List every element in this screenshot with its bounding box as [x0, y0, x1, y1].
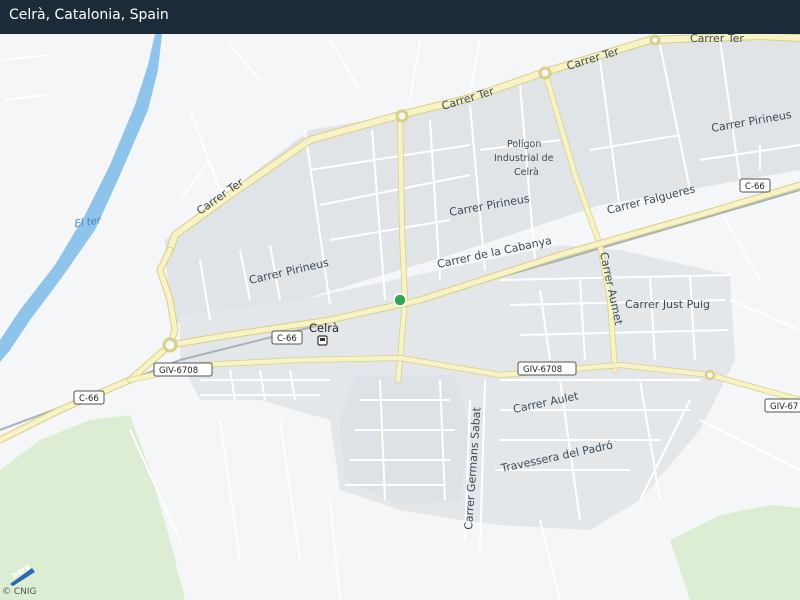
road-shield-giv6708-center: GIV-6708 [517, 361, 577, 376]
roundabout-north [395, 109, 409, 123]
roundabout-east [649, 34, 661, 46]
copyright-text: © CNIG [2, 587, 37, 597]
header-bar: Celrà, Catalonia, Spain [0, 0, 800, 34]
here-logo-icon: here [10, 564, 35, 586]
road-shield-giv6708-west: GIV-6708 [153, 362, 213, 377]
svg-text:GIV-67: GIV-67 [770, 402, 798, 412]
roundabout-west [162, 337, 178, 353]
road-shield-giv67-east: GIV-67 [764, 398, 800, 413]
train-station-icon-window [320, 338, 325, 341]
svg-text:GIV-6708: GIV-6708 [523, 365, 562, 375]
svg-text:C-66: C-66 [745, 182, 765, 192]
svg-text:C-66: C-66 [79, 394, 99, 404]
district-label-industrial-2: Industrial de [494, 153, 554, 164]
location-pin-icon[interactable] [393, 293, 407, 307]
road-shield-c66-center: C-66 [271, 330, 303, 345]
roundabout-southeast [704, 369, 716, 381]
district-label-industrial-1: Polígon [507, 139, 541, 150]
page-title: Celrà, Catalonia, Spain [9, 7, 169, 23]
place-label-town: Celrà [309, 321, 339, 335]
map-canvas[interactable]: El ter Carrer Ter Carrer Ter Carrer Ter … [0, 0, 800, 600]
svg-text:GIV-6708: GIV-6708 [159, 366, 198, 376]
map-page: El ter Carrer Ter Carrer Ter Carrer Ter … [0, 0, 800, 600]
svg-text:C-66: C-66 [277, 334, 297, 344]
district-label-industrial-3: Celrà [514, 167, 539, 178]
roundabout-northeast [538, 66, 552, 80]
road-shield-c66-west: C-66 [73, 390, 105, 405]
road-shield-c66-east: C-66 [739, 178, 771, 193]
street-label-carrer-just-puig: Carrer Just Puig [625, 298, 710, 311]
